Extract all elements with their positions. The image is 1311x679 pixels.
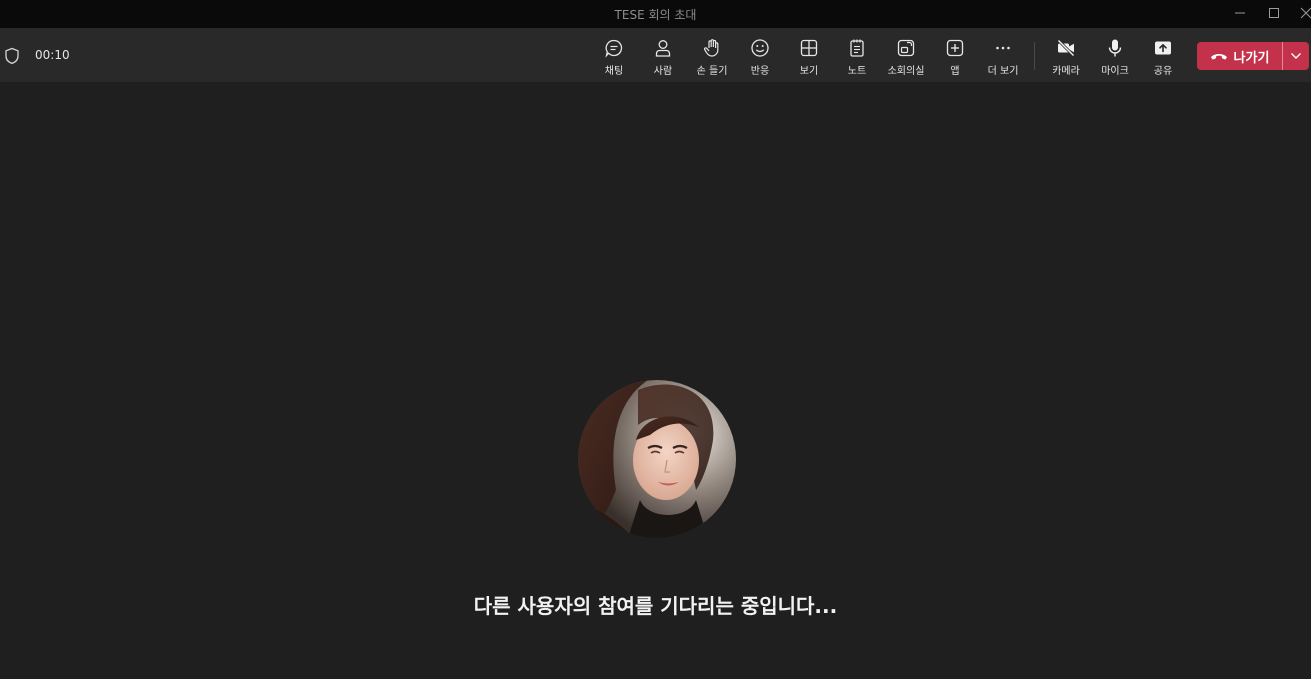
- notes-button[interactable]: 노트: [832, 38, 882, 78]
- waiting-message: 다른 사용자의 참여를 기다리는 중입니다...: [473, 594, 838, 618]
- notes-icon: [847, 38, 867, 58]
- notes-label: 노트: [847, 66, 867, 77]
- avatar: [578, 380, 736, 538]
- close-icon: [1300, 7, 1311, 19]
- apps-icon: [945, 38, 965, 58]
- leave-button-group: 나가기: [1197, 42, 1309, 70]
- view-button[interactable]: 보기: [784, 38, 834, 78]
- mic-button[interactable]: 마이크: [1090, 38, 1140, 78]
- meeting-toolbar: 00:10 채팅 사람 손 들기 반응 보기 노트 소회의실 앱 더 보기 카메…: [0, 28, 1311, 82]
- breakout-rooms-icon: [896, 38, 916, 58]
- breakout-rooms-button[interactable]: 소회의실: [881, 38, 931, 78]
- view-label: 보기: [799, 66, 819, 77]
- camera-button[interactable]: 카메라: [1041, 38, 1091, 78]
- title-bar: TESE 회의 초대: [0, 0, 1311, 28]
- raise-hand-label: 손 들기: [696, 66, 728, 77]
- apps-label: 앱: [950, 66, 960, 77]
- meeting-stage: 다른 사용자의 참여를 기다리는 중입니다...: [0, 82, 1311, 679]
- maximize-button[interactable]: [1259, 2, 1289, 24]
- chat-icon: [604, 38, 624, 58]
- chevron-down-icon: [1291, 53, 1301, 59]
- people-icon: [653, 38, 673, 58]
- apps-button[interactable]: 앱: [930, 38, 980, 78]
- leave-button[interactable]: 나가기: [1197, 42, 1282, 70]
- share-icon: [1153, 38, 1173, 58]
- people-button[interactable]: 사람: [638, 38, 688, 78]
- mic-label: 마이크: [1101, 66, 1129, 77]
- window-title: TESE 회의 초대: [614, 8, 697, 22]
- more-icon: [993, 38, 1013, 58]
- reaction-button[interactable]: 반응: [735, 38, 785, 78]
- minimize-button[interactable]: [1225, 2, 1255, 24]
- reaction-label: 반응: [750, 66, 770, 77]
- people-label: 사람: [653, 66, 673, 77]
- leave-label: 나가기: [1233, 50, 1270, 66]
- breakout-rooms-label: 소회의실: [887, 66, 925, 77]
- toolbar-divider: [1034, 42, 1035, 70]
- camera-off-icon: [1056, 38, 1076, 58]
- maximize-icon: [1269, 8, 1279, 18]
- user-photo: [578, 380, 736, 538]
- view-icon: [799, 38, 819, 58]
- reaction-icon: [750, 38, 770, 58]
- raise-hand-button[interactable]: 손 들기: [687, 38, 737, 78]
- leave-options-button[interactable]: [1283, 42, 1309, 70]
- more-button[interactable]: 더 보기: [978, 38, 1028, 78]
- chat-label: 채팅: [604, 66, 624, 77]
- mic-icon: [1105, 38, 1125, 58]
- close-button[interactable]: [1291, 2, 1311, 24]
- minimize-icon: [1235, 12, 1245, 14]
- more-label: 더 보기: [987, 66, 1019, 77]
- share-button[interactable]: 공유: [1138, 38, 1188, 78]
- meeting-timer: 00:10: [35, 48, 70, 62]
- raise-hand-icon: [702, 38, 722, 58]
- chat-button[interactable]: 채팅: [589, 38, 639, 78]
- share-label: 공유: [1153, 66, 1173, 77]
- camera-label: 카메라: [1052, 66, 1080, 77]
- shield-icon: [5, 47, 19, 65]
- phone-hangup-icon: [1210, 54, 1227, 60]
